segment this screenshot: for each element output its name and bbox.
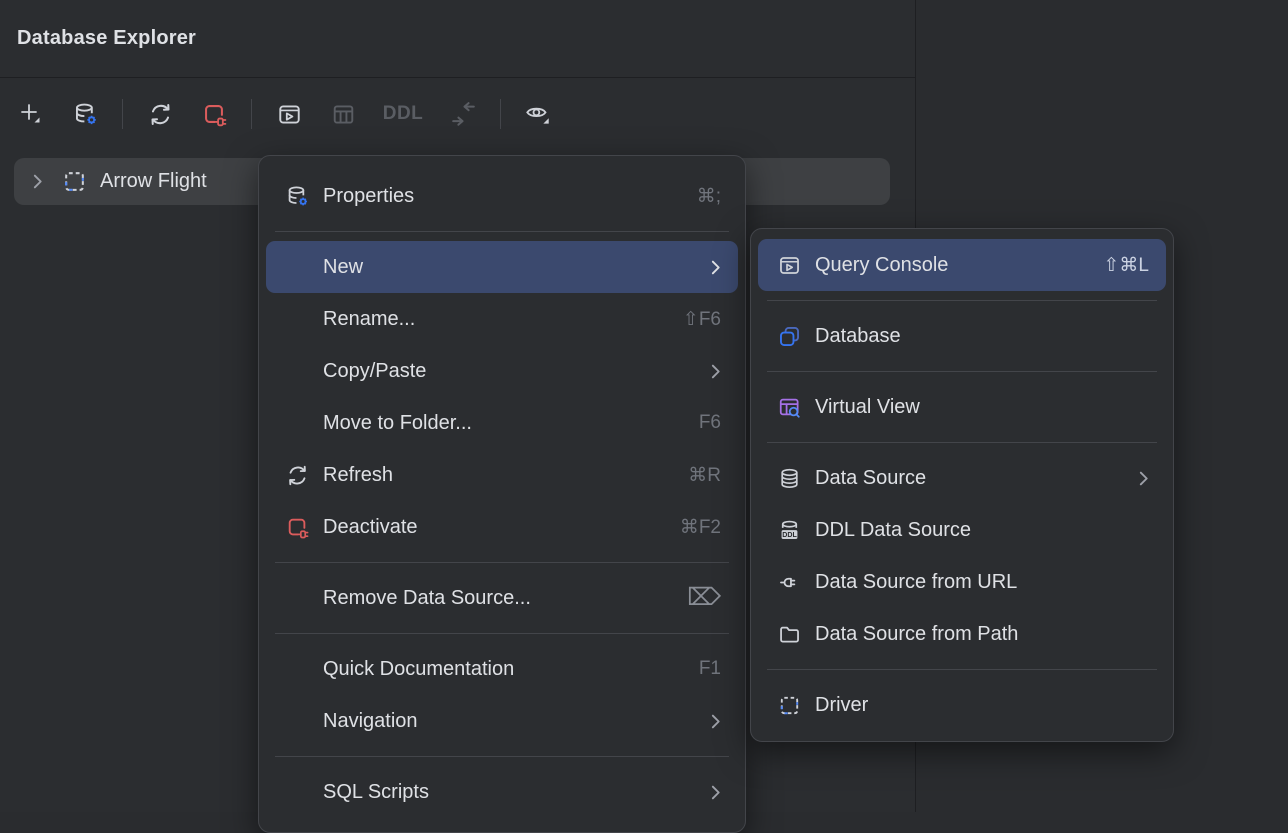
menu-separator bbox=[275, 562, 729, 563]
jump-to-ddl-button[interactable] bbox=[446, 97, 480, 131]
data-source-icon bbox=[776, 466, 802, 491]
menu-item-properties[interactable]: Properties ⌘; bbox=[266, 170, 738, 222]
plus-icon bbox=[17, 100, 45, 128]
jump-to-query-console-button[interactable] bbox=[272, 97, 306, 131]
chevron-right-icon bbox=[690, 363, 721, 380]
menu-item-data-source[interactable]: Data Source bbox=[758, 452, 1166, 504]
database-icon bbox=[776, 324, 802, 349]
deactivate-icon bbox=[284, 515, 310, 540]
chevron-right-icon bbox=[690, 784, 721, 801]
plug-icon bbox=[776, 570, 802, 595]
toolbar-separator bbox=[251, 99, 252, 129]
ddl-data-source-icon bbox=[776, 518, 802, 543]
eye-icon bbox=[523, 99, 553, 129]
shortcut-label: F6 bbox=[679, 412, 721, 434]
query-console-icon bbox=[276, 101, 303, 128]
menu-item-deactivate[interactable]: Deactivate ⌘F2 bbox=[266, 501, 738, 553]
menu-item-copy-paste[interactable]: Copy/Paste bbox=[266, 345, 738, 397]
tree-item-label: Arrow Flight bbox=[100, 170, 207, 193]
menu-separator bbox=[275, 756, 729, 757]
panel-header: Database Explorer bbox=[0, 0, 915, 78]
database-gear-icon bbox=[72, 101, 99, 128]
database-gear-icon bbox=[284, 184, 310, 209]
folder-icon bbox=[776, 622, 802, 647]
refresh-icon bbox=[284, 463, 310, 488]
toolbar-separator bbox=[122, 99, 123, 129]
view-options-button[interactable] bbox=[521, 97, 555, 131]
query-console-icon bbox=[776, 253, 802, 278]
shortcut-label: F1 bbox=[679, 658, 721, 680]
menu-item-navigation[interactable]: Navigation bbox=[266, 695, 738, 747]
toolbar-separator bbox=[500, 99, 501, 129]
virtual-view-icon bbox=[776, 395, 802, 420]
jump-arrows-icon bbox=[449, 100, 478, 129]
deactivate-icon bbox=[201, 101, 228, 128]
menu-item-data-source-from-path[interactable]: Data Source from Path bbox=[758, 608, 1166, 660]
chevron-right-icon bbox=[690, 713, 721, 730]
menu-item-query-console[interactable]: Query Console ⇧⌘L bbox=[758, 239, 1166, 291]
menu-separator bbox=[275, 231, 729, 232]
menu-item-ddl-data-source[interactable]: DDL Data Source bbox=[758, 504, 1166, 556]
shortcut-label: ⌘R bbox=[668, 464, 721, 487]
refresh-icon bbox=[147, 101, 174, 128]
menu-item-sql-scripts[interactable]: SQL Scripts bbox=[266, 766, 738, 818]
chevron-right-icon bbox=[690, 259, 721, 276]
menu-item-new[interactable]: New bbox=[266, 241, 738, 293]
shortcut-label: ⌘F2 bbox=[660, 516, 721, 539]
open-table-button[interactable] bbox=[326, 97, 360, 131]
menu-item-quick-documentation[interactable]: Quick Documentation F1 bbox=[266, 643, 738, 695]
shortcut-label: ⌘; bbox=[677, 185, 721, 208]
menu-item-remove-data-source[interactable]: Remove Data Source... ⌦ bbox=[266, 572, 738, 624]
table-icon bbox=[330, 101, 357, 128]
menu-item-refresh[interactable]: Refresh ⌘R bbox=[266, 449, 738, 501]
menu-item-rename[interactable]: Rename... ⇧F6 bbox=[266, 293, 738, 345]
refresh-button[interactable] bbox=[143, 97, 177, 131]
delete-icon: ⌦ bbox=[667, 586, 721, 610]
data-source-properties-button[interactable] bbox=[68, 97, 102, 131]
menu-separator bbox=[275, 633, 729, 634]
context-menu: Properties ⌘; New Rename... ⇧F6 Copy/Pas… bbox=[258, 155, 746, 833]
menu-separator bbox=[767, 371, 1157, 372]
chevron-right-icon bbox=[1118, 470, 1149, 487]
menu-separator bbox=[767, 669, 1157, 670]
ddl-label: DDL bbox=[383, 103, 424, 125]
shortcut-label: ⇧F6 bbox=[663, 308, 721, 331]
chevron-right-icon[interactable] bbox=[24, 173, 50, 190]
new-submenu: Query Console ⇧⌘L Database Virtual View … bbox=[750, 228, 1174, 742]
shortcut-label: ⇧⌘L bbox=[1084, 254, 1150, 277]
menu-item-data-source-from-url[interactable]: Data Source from URL bbox=[758, 556, 1166, 608]
menu-separator bbox=[767, 442, 1157, 443]
add-button[interactable] bbox=[14, 97, 48, 131]
menu-item-database[interactable]: Database bbox=[758, 310, 1166, 362]
deactivate-button[interactable] bbox=[197, 97, 231, 131]
menu-item-move-to-folder[interactable]: Move to Folder... F6 bbox=[266, 397, 738, 449]
driver-icon bbox=[776, 693, 802, 718]
generate-ddl-button[interactable]: DDL bbox=[380, 97, 426, 131]
driver-icon bbox=[60, 168, 88, 195]
menu-item-driver[interactable]: Driver bbox=[758, 679, 1166, 731]
panel-title: Database Explorer bbox=[17, 27, 196, 50]
menu-item-virtual-view[interactable]: Virtual View bbox=[758, 381, 1166, 433]
menu-separator bbox=[767, 300, 1157, 301]
panel-toolbar: DDL bbox=[0, 78, 915, 150]
